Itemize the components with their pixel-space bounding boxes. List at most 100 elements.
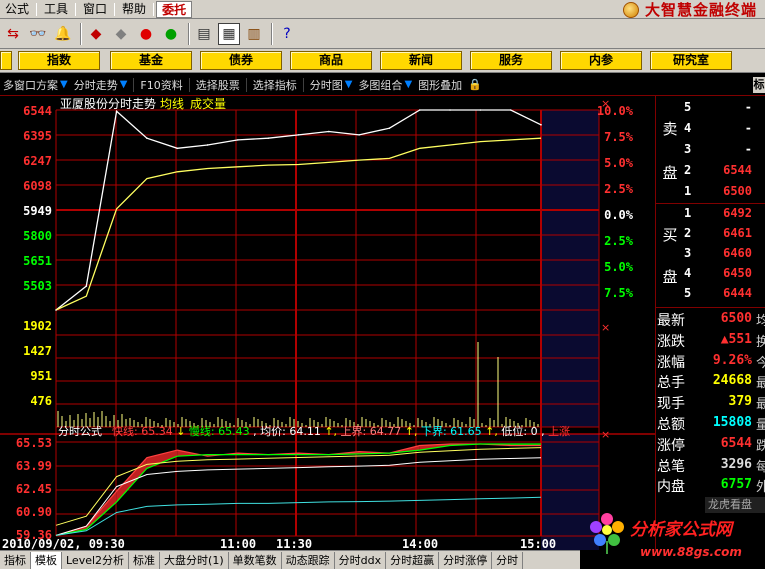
- nav-news-button[interactable]: 新闻: [380, 51, 462, 70]
- nav-band: 指数 基金 债券 商品 新闻 服务 内参 研究室: [0, 49, 765, 73]
- strip-overlay[interactable]: 图形叠加: [415, 77, 465, 93]
- order-level: 4: [684, 266, 692, 280]
- buy-label-2: 盘: [662, 268, 678, 286]
- formula-arrow: ↑,: [405, 425, 421, 438]
- menubar: 公式 工具 窗口 帮助 委托 大智慧金融终端: [0, 0, 765, 19]
- menu-formula[interactable]: 公式: [0, 1, 34, 18]
- order-level: 1: [684, 184, 692, 198]
- diamond-icon[interactable]: ◆: [110, 23, 132, 45]
- menu-help[interactable]: 帮助: [117, 1, 151, 18]
- bottom-tab[interactable]: 标准: [129, 551, 161, 569]
- quote-key: 现手: [657, 396, 685, 413]
- bottom-tab[interactable]: 大盘分时(1): [160, 551, 229, 569]
- strip-last-button[interactable]: 标: [753, 77, 765, 93]
- bottom-tab[interactable]: Level2分析: [62, 551, 130, 569]
- quote-row: 内盘 6757 外: [656, 475, 765, 496]
- bottom-tab[interactable]: 动态跟踪: [282, 551, 335, 569]
- formula-slow: 慢线: 65.43: [189, 424, 250, 438]
- nav-research-button[interactable]: 研究室: [650, 51, 732, 70]
- chart-close-icon[interactable]: ×: [601, 97, 610, 110]
- buy-order-row[interactable]: 3 6460: [684, 246, 765, 263]
- timeshare-chart[interactable]: 6544 6395 6247 6098 5949 5800 5651 5503 1902 1427…: [0, 96, 655, 550]
- quote-row: 涨幅 9.26% 今: [656, 351, 765, 372]
- toolbar-separator: [80, 22, 82, 45]
- buy-icon[interactable]: ◆: [85, 23, 107, 45]
- strip-multichart[interactable]: 多图组合 ▼: [355, 77, 415, 93]
- buy-order-row[interactable]: 1 6492: [684, 206, 765, 223]
- strip-select-stock[interactable]: 选择股票: [193, 77, 243, 93]
- buy-order-row[interactable]: 5 6444: [684, 286, 765, 303]
- brand-logo-icon: [622, 1, 639, 18]
- price-point: [388, 127, 391, 129]
- coin-icon[interactable]: ●: [160, 23, 182, 45]
- chart-area: 6544 6395 6247 6098 5949 5800 5651 5503 1902 1427…: [0, 96, 655, 550]
- menu-tools[interactable]: 工具: [39, 1, 73, 18]
- bottom-tab[interactable]: 分时涨停: [439, 551, 493, 569]
- strip-label: 多图组合: [358, 78, 403, 92]
- order-price: -: [744, 142, 752, 156]
- strip-f10[interactable]: F10资料: [137, 77, 185, 93]
- nav-service-button[interactable]: 服务: [470, 51, 552, 70]
- volume-tick-label: 951: [30, 369, 52, 383]
- price-tick-label: 6098: [23, 179, 52, 193]
- sell-order-row[interactable]: 2 6544: [684, 163, 765, 180]
- price-tick-label: 6247: [23, 154, 52, 168]
- time-tick-label: 11:30: [276, 537, 312, 550]
- quote-trail: 今: [756, 355, 765, 371]
- books-icon[interactable]: ▥: [243, 23, 265, 45]
- nav-index-button[interactable]: 指数: [18, 51, 100, 70]
- quote-value: 6500: [720, 311, 752, 326]
- indicator-close-icon[interactable]: ×: [601, 428, 610, 441]
- dropdown-icon: ▼: [119, 79, 128, 90]
- document-icon[interactable]: ▤: [193, 23, 215, 45]
- quote-row: 总额 15808 量: [656, 413, 765, 434]
- nav-insider-button[interactable]: 内参: [560, 51, 642, 70]
- chart-title: 亚厦股份分时走势: [60, 97, 156, 111]
- nav-commodity-button[interactable]: 商品: [290, 51, 372, 70]
- dropdown-icon: ▼: [404, 79, 413, 90]
- volume-close-icon[interactable]: ×: [601, 321, 610, 334]
- nav-fund-button[interactable]: 基金: [110, 51, 192, 70]
- bottom-tab[interactable]: 分时ddx: [335, 551, 387, 569]
- window-icon[interactable]: ▦: [218, 22, 240, 45]
- buy-order-row[interactable]: 2 6461: [684, 226, 765, 243]
- bottom-tab[interactable]: 分时: [492, 551, 524, 569]
- arrows-icon[interactable]: ⇆: [2, 23, 24, 45]
- quote-value: ▲551: [720, 331, 752, 347]
- quote-value: 15808: [712, 415, 752, 430]
- formula-arrow: ↑,: [324, 425, 340, 438]
- bottom-tab[interactable]: 模板: [31, 551, 62, 569]
- strip-separator: [133, 77, 135, 92]
- strip-multiwindow[interactable]: 多窗口方案 ▼: [0, 77, 71, 93]
- strip-select-indicator[interactable]: 选择指标: [250, 77, 300, 93]
- sell-label-1: 卖: [662, 120, 678, 138]
- help-pointer-icon[interactable]: ?: [276, 23, 298, 45]
- strip-timechart[interactable]: 分时图 ▼: [307, 77, 356, 93]
- strip-timeshare[interactable]: 分时走势 ▼: [71, 77, 131, 93]
- buy-order-row[interactable]: 4 6450: [684, 266, 765, 283]
- buy-label-1: 买: [662, 226, 678, 244]
- menu-window[interactable]: 窗口: [78, 1, 112, 18]
- strip-label: 选择指标: [252, 78, 297, 92]
- time-tick-label: 14:00: [402, 537, 438, 550]
- formula-sep: ,: [253, 425, 260, 438]
- sell-order-row[interactable]: 1 6500: [684, 184, 765, 201]
- order-price: 6450: [723, 266, 752, 280]
- lock-icon[interactable]: 🔒: [465, 78, 485, 91]
- sell-order-row[interactable]: 5-: [684, 100, 765, 117]
- nav-bond-button[interactable]: 债券: [200, 51, 282, 70]
- volume-tick-label: 476: [30, 394, 52, 408]
- bottom-tab[interactable]: 单数笔数: [229, 551, 282, 569]
- formula-arrow: ↓: [176, 425, 189, 438]
- nav-edge-button[interactable]: [0, 51, 12, 70]
- currency-icon[interactable]: ●: [135, 23, 157, 45]
- bottom-tab[interactable]: 分时超赢: [386, 551, 440, 569]
- quote-row: 最新 6500 均: [656, 309, 765, 330]
- menu-trade[interactable]: 委托: [156, 0, 193, 18]
- bottom-tab[interactable]: 指标: [0, 551, 31, 569]
- sell-order-row[interactable]: 3-: [684, 142, 765, 159]
- sell-order-row[interactable]: 4-: [684, 121, 765, 138]
- order-level: 2: [684, 163, 692, 177]
- binoculars-icon[interactable]: 👓: [27, 23, 49, 45]
- bell-icon[interactable]: 🔔: [52, 23, 74, 45]
